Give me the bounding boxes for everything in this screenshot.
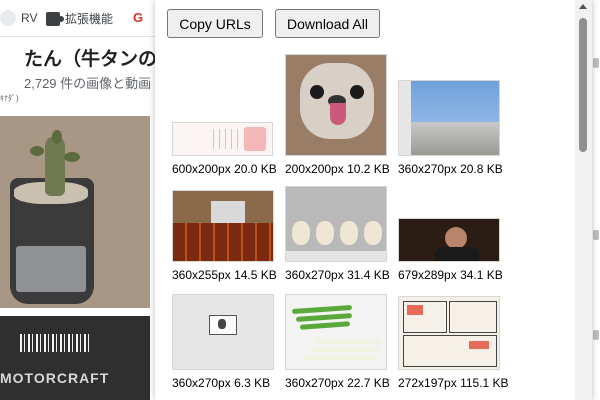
image-dimensions: 200x200px (285, 162, 344, 176)
mask-shape (340, 221, 358, 245)
image-thumbnail[interactable] (398, 218, 500, 262)
text-lines-shape (212, 129, 243, 149)
scroll-up-arrow-icon[interactable] (579, 4, 587, 9)
onion-leaf-shape (299, 321, 351, 330)
edge-icon (593, 58, 599, 68)
manga-panel-shape (449, 301, 497, 333)
image-caption: 360x270px 6.3 KB (172, 376, 270, 390)
puzzle-icon (46, 11, 64, 26)
onion-leaf-shape (295, 313, 353, 322)
image-thumbnail[interactable] (398, 296, 500, 370)
plant-stem-shape (45, 136, 65, 196)
red-accent-shape (469, 341, 489, 349)
image-size: 10.2 KB (347, 162, 390, 176)
package-band-shape (286, 251, 386, 261)
image-thumbnail[interactable] (285, 186, 387, 262)
bookmark-label: 拡張機能 (65, 12, 114, 26)
bookmark-favicon-icon (0, 10, 16, 26)
image-dimensions: 272x197px (398, 376, 457, 390)
copy-urls-button[interactable]: Copy URLs (167, 9, 263, 38)
dog-eye-shape (310, 85, 324, 99)
mask-shape (316, 221, 334, 245)
download-all-button[interactable]: Download All (275, 9, 380, 38)
manga-panel-shape (403, 335, 497, 367)
image-thumbnail[interactable] (285, 54, 387, 156)
dog-tongue-shape (330, 103, 346, 125)
gmail-icon: G (133, 10, 144, 25)
brand-text: MOTORCRAFT (0, 370, 110, 386)
barcode-shape (20, 334, 90, 352)
image-size: 115.1 KB (460, 376, 509, 390)
image-size: 22.7 KB (347, 376, 390, 390)
leaf-shape (64, 152, 80, 162)
red-accent-shape (407, 305, 423, 315)
result-image-motorcraft[interactable]: MOTORCRAFT (0, 316, 150, 400)
stage-floor-shape (173, 222, 273, 261)
scrollbar-thumb[interactable] (579, 18, 587, 152)
image-dimensions: 360x270px (285, 376, 344, 390)
image-dimensions: 600x200px (172, 162, 231, 176)
pink-mark-shape (244, 127, 266, 151)
image-size: 31.4 KB (347, 268, 390, 282)
image-size: 6.3 KB (234, 376, 271, 390)
image-caption: 360x255px 14.5 KB (172, 268, 277, 282)
page-subtitle: 2,729 件の画像と動画 (24, 76, 152, 91)
pot-label-shape (16, 246, 86, 292)
image-downloader-popup: Copy URLs Download All 600x200px 20.0 KB… (155, 0, 592, 400)
image-size: 34.1 KB (460, 268, 503, 282)
image-caption: 600x200px 20.0 KB (172, 162, 277, 176)
page-small-text: ｷﾅﾀﾞ) (0, 94, 19, 103)
sketch-picture-shape (209, 315, 237, 335)
image-size: 20.8 KB (460, 162, 503, 176)
result-image-plant[interactable] (0, 116, 150, 308)
onion-stalk-shape (304, 355, 378, 360)
image-thumbnail[interactable] (285, 294, 387, 370)
bookmark-rv[interactable]: RV (0, 10, 37, 26)
image-caption: 360x270px 31.4 KB (285, 268, 390, 282)
image-dimensions: 360x270px (285, 268, 344, 282)
bookmark-gmail[interactable]: G (133, 10, 143, 25)
leaf-shape (52, 130, 62, 144)
dog-eye-shape (350, 85, 364, 99)
image-dimensions: 360x255px (172, 268, 231, 282)
image-dimensions: 360x270px (398, 162, 457, 176)
mask-shape (364, 221, 382, 245)
image-thumbnail[interactable] (172, 294, 274, 370)
image-dimensions: 679x289px (398, 268, 457, 282)
bookmark-label: RV (21, 11, 38, 25)
person-head-shape (445, 227, 467, 249)
image-caption: 360x270px 22.7 KB (285, 376, 390, 390)
onion-stalk-shape (310, 347, 380, 352)
image-dimensions: 360x270px (172, 376, 231, 390)
mask-shape (292, 221, 310, 245)
popup-scrollbar[interactable] (575, 0, 592, 400)
page-title: たん（牛タンの (24, 49, 158, 70)
image-size: 20.0 KB (234, 162, 277, 176)
onion-stalk-shape (316, 339, 382, 344)
image-thumbnail[interactable] (172, 190, 274, 262)
image-size: 14.5 KB (234, 268, 277, 282)
edge-icon (593, 230, 599, 240)
bookmark-extensions[interactable]: 拡張機能 (46, 10, 113, 27)
image-thumbnail[interactable] (172, 122, 273, 156)
person-body-shape (435, 247, 479, 261)
leaf-shape (30, 146, 44, 156)
image-caption: 200x200px 10.2 KB (285, 162, 390, 176)
edge-icon (593, 330, 599, 340)
image-thumbnail[interactable] (398, 80, 500, 156)
image-caption: 679x289px 34.1 KB (398, 268, 503, 282)
window-frame-shape (399, 81, 411, 155)
image-caption: 272x197px 115.1 KB (398, 376, 509, 390)
image-caption: 360x270px 20.8 KB (398, 162, 503, 176)
